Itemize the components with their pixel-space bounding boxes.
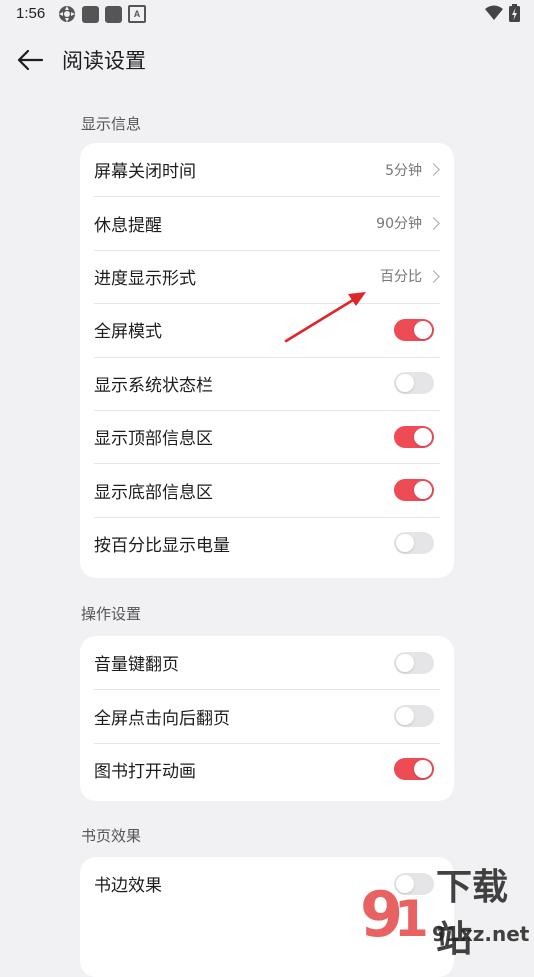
toggle-knob (414, 320, 432, 339)
setting-row-show-top-info: 显示顶部信息区 (80, 409, 454, 463)
setting-value: 5分钟 (385, 162, 422, 179)
setting-row-volume-key-page: 音量键翻页 (80, 636, 454, 689)
setting-row-progress-format[interactable]: 进度显示形式 百分比 (80, 249, 454, 303)
toggle-knob (414, 481, 432, 500)
system-icons (485, 4, 520, 22)
volume-key-page-toggle[interactable] (394, 651, 434, 674)
toggle-knob (414, 427, 432, 446)
back-button[interactable] (14, 44, 46, 76)
setting-label: 显示顶部信息区 (94, 429, 213, 450)
setting-label: 屏幕关闭时间 (94, 162, 196, 183)
setting-row-screen-off-time[interactable]: 屏幕关闭时间 5分钟 (80, 143, 454, 196)
page-title: 阅读设置 (62, 49, 146, 73)
setting-value: 百分比 (380, 269, 422, 286)
show-status-bar-toggle[interactable] (394, 372, 434, 395)
battery-percent-toggle[interactable] (394, 532, 434, 555)
setting-row-show-bottom-info: 显示底部信息区 (80, 463, 454, 516)
setting-row-rest-reminder[interactable]: 休息提醒 90分钟 (80, 196, 454, 249)
setting-row-book-open-animation: 图书打开动画 (80, 742, 454, 796)
tap-next-page-toggle[interactable] (394, 705, 434, 728)
section-label-display-info: 显示信息 (81, 115, 142, 133)
setting-label: 按百分比显示电量 (94, 535, 230, 556)
a-notification-icon: A (128, 5, 146, 23)
toggle-knob (414, 760, 432, 779)
toggle-knob (396, 653, 414, 672)
book-open-animation-toggle[interactable] (394, 758, 434, 781)
setting-label: 图书打开动画 (94, 761, 196, 782)
notification-icons: A (58, 5, 146, 23)
setting-row-tap-next-page: 全屏点击向后翻页 (80, 689, 454, 742)
toggle-knob (396, 707, 414, 726)
gear-notification-icon (59, 6, 75, 22)
show-bottom-info-toggle[interactable] (394, 479, 434, 502)
setting-value: 90分钟 (376, 216, 422, 233)
svg-text:1: 1 (394, 890, 429, 948)
fullscreen-mode-toggle[interactable] (394, 318, 434, 341)
setting-row-battery-percent: 按百分比显示电量 (80, 516, 454, 570)
setting-label: 书边效果 (94, 876, 162, 897)
setting-label: 进度显示形式 (94, 268, 196, 289)
status-bar: 1:56 A (0, 0, 534, 30)
setting-label: 显示系统状态栏 (94, 375, 213, 396)
setting-label: 全屏模式 (94, 322, 162, 343)
chevron-right-icon (427, 270, 440, 283)
setting-row-show-status-bar: 显示系统状态栏 (80, 356, 454, 410)
setting-label: 休息提醒 (94, 215, 162, 236)
setting-row-fullscreen-mode: 全屏模式 (80, 303, 454, 356)
status-time: 1:56 (16, 5, 46, 22)
app-notification-icon (105, 5, 122, 23)
settings-card-operation: 音量键翻页 全屏点击向后翻页 图书打开动画 (80, 636, 454, 801)
wifi-icon (485, 5, 503, 20)
watermark-brand-text: 下载站 (436, 867, 509, 960)
section-label-operation: 操作设置 (81, 605, 142, 623)
app-header: 阅读设置 (0, 36, 534, 82)
setting-label: 显示底部信息区 (94, 482, 213, 503)
toggle-knob (396, 374, 414, 393)
setting-label: 音量键翻页 (94, 655, 179, 676)
settings-card-display-info: 屏幕关闭时间 5分钟 休息提醒 90分钟 进度显示形式 百分比 全屏模式 显示系… (80, 143, 454, 578)
arrow-left-icon (17, 49, 44, 71)
watermark-site-text: 91xz.net (432, 922, 530, 946)
chevron-right-icon (427, 163, 440, 177)
toggle-knob (396, 534, 414, 553)
show-top-info-toggle[interactable] (394, 425, 434, 448)
setting-label: 全屏点击向后翻页 (94, 708, 230, 729)
app-notification-icon (82, 5, 99, 23)
annotation-arrow (284, 292, 366, 343)
battery-charging-icon (509, 4, 520, 22)
section-label-page-effect: 书页效果 (81, 827, 142, 845)
chevron-right-icon (427, 216, 440, 230)
